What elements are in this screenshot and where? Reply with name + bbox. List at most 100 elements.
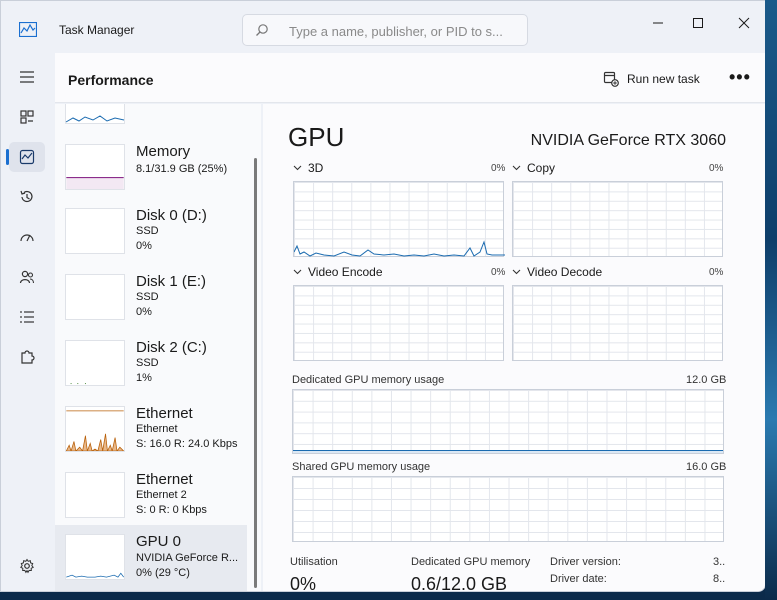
run-new-task-button[interactable]: Run new task: [603, 68, 700, 90]
chevron-down-icon: [512, 165, 521, 171]
device-sub1: Ethernet: [136, 423, 178, 435]
device-disk-2[interactable]: Disk 2 (C:) SSD 1%: [55, 333, 247, 397]
device-name: Disk 2 (C:): [136, 339, 207, 356]
gpu-title: GPU: [288, 122, 345, 152]
engine-copy-graph: [512, 181, 723, 257]
gpu-detail-pane: GPU NVIDIA GeForce RTX 3060 3D 0% Copy 0…: [263, 104, 765, 592]
device-name: Disk 0 (D:): [136, 207, 207, 224]
device-sub1: SSD: [136, 291, 159, 303]
dedicated-gpu-memory-label: Dedicated GPU memory: [411, 556, 531, 568]
nav-settings-button[interactable]: [9, 551, 45, 581]
nav-users-button[interactable]: [9, 262, 45, 292]
services-puzzle-icon: [21, 350, 35, 364]
device-name: Ethernet: [136, 405, 193, 422]
minimize-icon: [653, 22, 663, 24]
device-ethernet-2[interactable]: Ethernet Ethernet 2 S: 0 R: 0 Kbps: [55, 465, 247, 529]
engine-3d-label: 3D: [308, 161, 324, 175]
device-name: Disk 1 (E:): [136, 273, 207, 290]
device-sub1: NVIDIA GeForce R...: [136, 552, 239, 564]
disk0-thumb-graph: [65, 208, 125, 254]
device-list: Memory 8.1/31.9 GB (25%) Disk 0 (D:) SSD…: [55, 104, 261, 591]
search-icon: [256, 24, 268, 36]
memory-thumb-graph: [65, 144, 125, 190]
desktop-background-edge: [765, 0, 777, 600]
hamburger-menu-button[interactable]: [9, 62, 45, 92]
nav-startup-apps-button[interactable]: [9, 222, 45, 252]
driver-date-label: Driver date:: [550, 573, 607, 585]
device-sub2: S: 0 R: 0 Kbps: [136, 504, 207, 516]
engine-3d-graph: [293, 181, 505, 257]
title-bar: Task Manager: [1, 1, 765, 53]
engine-3d-line: [294, 240, 505, 257]
minimize-button[interactable]: [638, 13, 678, 33]
driver-version-label: Driver version:: [550, 556, 621, 568]
utilisation-label: Utilisation: [290, 556, 338, 568]
device-ethernet-1[interactable]: Ethernet Ethernet S: 16.0 R: 24.0 Kbps: [55, 399, 247, 463]
shared-memory-label: Shared GPU memory usage: [292, 461, 431, 473]
nav-performance-button[interactable]: [9, 142, 45, 172]
maximize-icon: [693, 18, 703, 28]
dedicated-memory-max: 12.0 GB: [686, 374, 727, 386]
chevron-down-icon: [512, 269, 521, 275]
dedicated-memory-fill: [293, 450, 723, 453]
engine-video-decode-label: Video Decode: [527, 265, 603, 279]
performance-icon: [19, 149, 35, 165]
engine-video-decode-selector[interactable]: Video Decode: [512, 265, 602, 279]
device-disk-1[interactable]: Disk 1 (E:) SSD 0%: [55, 267, 247, 331]
search-box[interactable]: [242, 14, 528, 46]
device-list-scrollbar[interactable]: [254, 158, 257, 588]
close-icon: [738, 17, 750, 29]
details-list-icon: [20, 311, 34, 323]
task-manager-window: Task Manager Type a name, publisher, or …: [0, 0, 766, 592]
run-task-icon: [603, 71, 619, 87]
gpu-thumb-graph: [65, 534, 125, 580]
engine-copy-selector[interactable]: Copy: [512, 161, 555, 175]
chevron-down-icon: [293, 165, 302, 171]
maximize-button[interactable]: [678, 13, 718, 33]
nav-app-history-button[interactable]: [9, 182, 45, 212]
engine-video-encode-graph: [293, 285, 504, 361]
chevron-down-icon: [293, 269, 302, 275]
cpu-thumb-partial: [65, 104, 125, 124]
dedicated-memory-graph: [292, 389, 724, 454]
page-header: Performance Run new task •••: [55, 53, 765, 103]
engine-video-encode-label: Video Encode: [308, 265, 383, 279]
users-icon: [19, 270, 35, 284]
more-options-button[interactable]: •••: [729, 67, 751, 88]
shared-memory-max: 16.0 GB: [686, 461, 727, 473]
device-sub1: 8.1/31.9 GB (25%): [136, 163, 228, 175]
hamburger-icon: [20, 71, 34, 83]
driver-date-value: 8..: [713, 573, 726, 585]
device-sub2: 0% (29 °C): [136, 567, 190, 579]
app-title: Task Manager: [59, 23, 135, 37]
device-disk-0[interactable]: Disk 0 (D:) SSD 0%: [55, 201, 247, 265]
engine-3d-selector[interactable]: 3D: [293, 161, 323, 175]
run-new-task-label: Run new task: [627, 72, 700, 86]
ethernet1-thumb-graph: [65, 406, 125, 452]
ethernet2-thumb-graph: [65, 472, 125, 518]
engine-copy-percent: 0%: [709, 163, 724, 174]
disk1-thumb-graph: [65, 274, 125, 320]
nav-services-button[interactable]: [9, 342, 45, 372]
driver-version-value: 3..: [713, 556, 726, 568]
processes-icon: [20, 110, 34, 124]
close-button[interactable]: [724, 13, 764, 33]
search-input[interactable]: [289, 21, 519, 41]
engine-video-encode-percent: 0%: [491, 267, 506, 278]
engine-video-encode-selector[interactable]: Video Encode: [293, 265, 383, 279]
engine-3d-percent: 0%: [491, 163, 506, 174]
device-sub2: 0%: [136, 306, 152, 318]
device-memory[interactable]: Memory 8.1/31.9 GB (25%): [55, 137, 247, 201]
device-sub2: 1%: [136, 372, 152, 384]
history-icon: [20, 190, 33, 203]
device-gpu-0[interactable]: GPU 0 NVIDIA GeForce R... 0% (29 °C): [55, 525, 247, 591]
nav-details-button[interactable]: [9, 302, 45, 332]
engine-video-decode-graph: [512, 285, 723, 361]
device-sub2: S: 16.0 R: 24.0 Kbps: [136, 438, 238, 450]
nav-processes-button[interactable]: [9, 102, 45, 132]
engine-video-decode-percent: 0%: [709, 267, 724, 278]
dedicated-gpu-memory-value: 0.6/12.0 GB: [411, 574, 508, 592]
device-name: Ethernet: [136, 471, 193, 488]
startup-speedometer-icon: [20, 234, 34, 242]
page-title: Performance: [68, 72, 154, 88]
